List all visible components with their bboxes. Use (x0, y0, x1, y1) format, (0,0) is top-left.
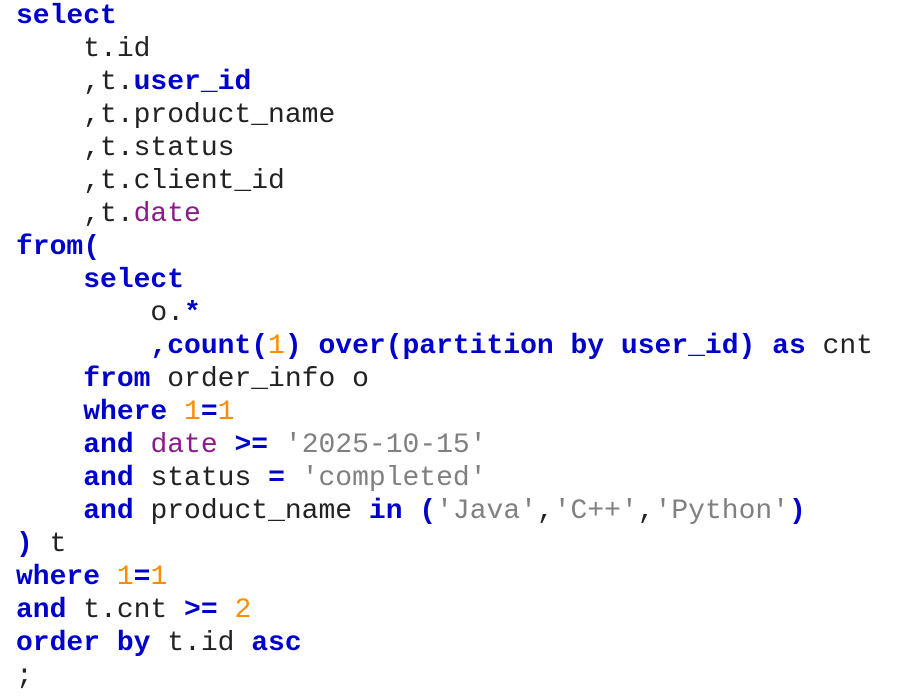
code-line: ) t (16, 528, 900, 561)
sql-string: '2025-10-15' (284, 430, 487, 461)
code-line: and status = 'completed' (16, 462, 900, 495)
code-line: where 1=1 (16, 561, 900, 594)
code-line: ,t.status (16, 132, 900, 165)
code-line: ,t.date (16, 198, 900, 231)
sql-identifier: ,t.status (16, 133, 235, 164)
code-line: select (16, 264, 900, 297)
sql-identifier: t.id (16, 34, 151, 65)
sql-string: 'Python' (654, 496, 789, 527)
sql-operator: ) (16, 529, 33, 560)
code-line: and product_name in ('Java','C++','Pytho… (16, 495, 900, 528)
sql-number: 1 (150, 562, 168, 593)
code-line: and date >= '2025-10-15' (16, 429, 900, 462)
code-line: from( (16, 231, 900, 264)
sql-identifier (16, 496, 83, 527)
sql-keyword: ) over(partition by user_id) as (284, 331, 806, 362)
sql-string: 'Java' (436, 496, 537, 527)
sql-builtin: date (150, 430, 218, 461)
code-line: where 1=1 (16, 396, 900, 429)
sql-identifier (16, 265, 83, 296)
sql-identifier: ,t. (16, 67, 134, 98)
sql-number: 1 (116, 562, 134, 593)
code-line: and t.cnt >= 2 (16, 594, 900, 627)
sql-identifier: cnt (805, 331, 873, 362)
code-line: t.id (16, 33, 900, 66)
sql-code-editor[interactable]: select t.id ,t.user_id ,t.product_name ,… (0, 0, 900, 696)
sql-identifier: ,t.client_id (16, 166, 285, 197)
sql-operator: = (268, 463, 285, 494)
sql-keyword: from (83, 364, 151, 395)
code-line: ,t.product_name (16, 99, 900, 132)
sql-identifier (218, 595, 235, 626)
code-line: ; (16, 660, 900, 693)
sql-keyword: order by (16, 628, 151, 659)
sql-string: 'completed' (301, 463, 487, 494)
sql-identifier: , (536, 496, 554, 527)
sql-identifier (167, 397, 184, 428)
sql-identifier: product_name (133, 496, 369, 527)
sql-operator: ) (789, 496, 806, 527)
code-line: select (16, 0, 900, 33)
sql-identifier: ,t. (16, 199, 134, 230)
code-line: o.* (16, 297, 900, 330)
sql-number: 1 (217, 397, 235, 428)
sql-operator: ( (402, 496, 437, 527)
sql-identifier: ,t.product_name (16, 100, 336, 131)
sql-keyword: where (83, 397, 168, 428)
sql-keyword: and (16, 595, 67, 626)
sql-identifier (268, 430, 285, 461)
code-line: order by t.id asc (16, 627, 900, 660)
sql-keyword: and (83, 496, 134, 527)
sql-identifier: t.id (150, 628, 252, 659)
code-line: ,t.user_id (16, 66, 900, 99)
sql-column: user_id (133, 67, 252, 98)
sql-identifier: order_info o (150, 364, 369, 395)
sql-keyword: and (83, 463, 134, 494)
sql-keyword: where (16, 562, 101, 593)
sql-identifier: status (133, 463, 269, 494)
sql-keyword: in (368, 496, 403, 527)
sql-identifier: t.cnt (66, 595, 185, 626)
sql-identifier (134, 430, 151, 461)
sql-identifier: , (637, 496, 655, 527)
sql-identifier (16, 430, 83, 461)
sql-identifier: ; (16, 661, 33, 692)
sql-keyword: select (16, 1, 117, 32)
sql-number: 1 (268, 331, 285, 362)
sql-identifier (100, 562, 117, 593)
sql-keyword: and (83, 430, 134, 461)
sql-operator: >= (234, 430, 269, 461)
sql-keyword: select (83, 265, 185, 296)
sql-function: ,count( (150, 331, 269, 362)
sql-identifier: o. (16, 298, 185, 329)
sql-operator: ( (83, 232, 101, 263)
sql-string: 'C++' (553, 496, 638, 527)
sql-operator: = (200, 397, 218, 428)
sql-identifier (285, 463, 302, 494)
sql-builtin: date (133, 199, 201, 230)
sql-number: 2 (234, 595, 252, 626)
sql-keyword: from (16, 232, 84, 263)
code-line: ,count(1) over(partition by user_id) as … (16, 330, 900, 363)
sql-identifier (16, 397, 83, 428)
sql-number: 1 (184, 397, 201, 428)
sql-keyword: asc (251, 628, 302, 659)
code-line: from order_info o (16, 363, 900, 396)
sql-operator: * (184, 298, 201, 329)
sql-identifier: t (32, 529, 67, 560)
sql-operator: = (133, 562, 151, 593)
sql-operator: >= (184, 595, 218, 626)
sql-identifier (16, 331, 150, 362)
sql-identifier (16, 463, 83, 494)
code-line: ,t.client_id (16, 165, 900, 198)
sql-identifier (16, 364, 83, 395)
sql-identifier (218, 430, 235, 461)
